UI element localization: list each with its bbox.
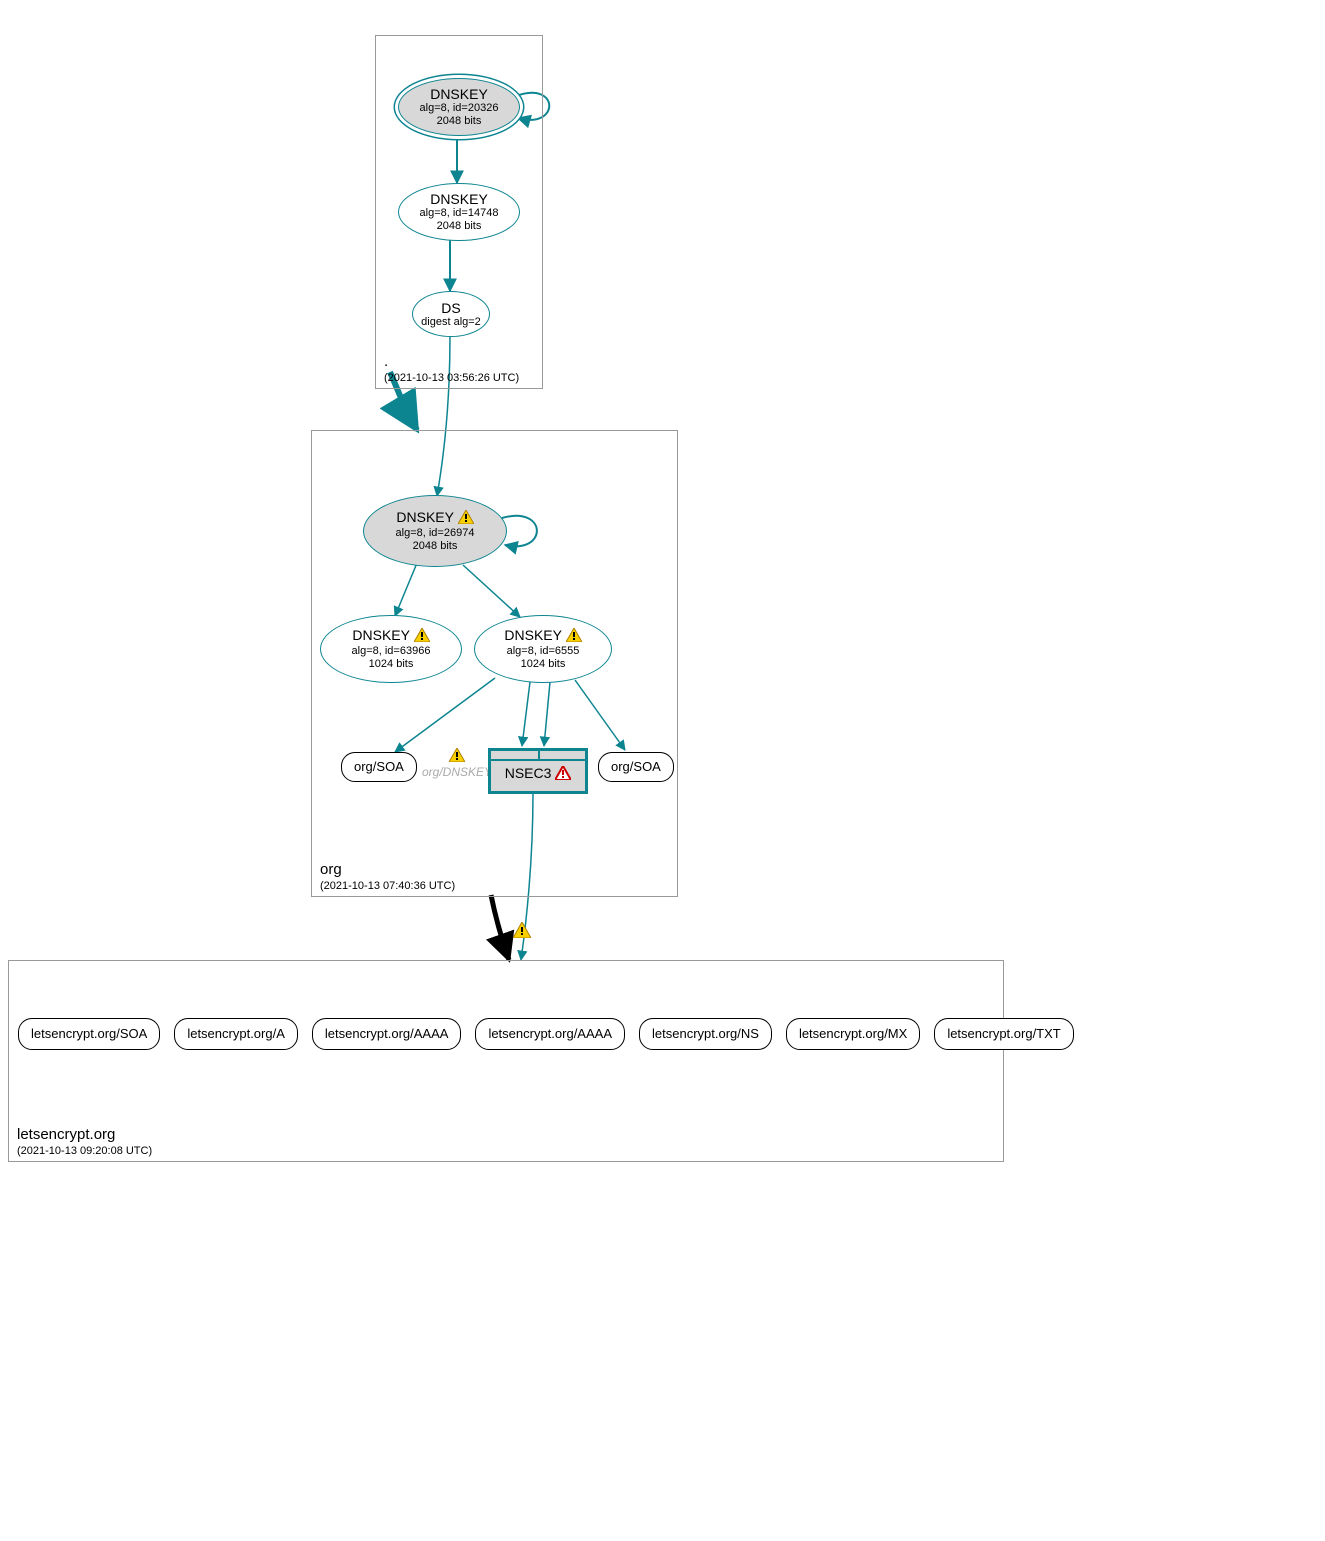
node-sub1: alg=8, id=20326 [420, 102, 499, 115]
warning-icon [449, 748, 465, 766]
node-title: DNSKEY [396, 509, 473, 527]
record-label: letsencrypt.org/NS [652, 1027, 759, 1042]
node-title: DS [441, 300, 460, 316]
zone-org-name: org [320, 861, 342, 878]
node-sub1: alg=8, id=63966 [352, 645, 431, 658]
node-label: org/SOA [354, 760, 404, 775]
record-label: letsencrypt.org/AAAA [488, 1027, 612, 1042]
node-title: DNSKEY [430, 86, 488, 102]
node-org-dnskey-ghost: org/DNSKEY [418, 748, 496, 780]
node-root-zsk: DNSKEY alg=8, id=14748 2048 bits [398, 183, 520, 241]
zone-le-name: letsencrypt.org [17, 1126, 115, 1143]
warning-icon [566, 628, 582, 645]
zone-org-timestamp: (2021-10-13 07:40:36 UTC) [320, 880, 455, 892]
node-root-ksk: DNSKEY alg=8, id=20326 2048 bits [398, 78, 520, 136]
node-label: org/DNSKEY [422, 766, 492, 780]
node-sub1: alg=8, id=6555 [507, 645, 580, 658]
record-label: letsencrypt.org/TXT [947, 1027, 1060, 1042]
node-sub2: 1024 bits [521, 658, 566, 671]
node-sub2: 2048 bits [437, 115, 482, 128]
node-label: NSEC3 [505, 765, 552, 781]
leaf-record: letsencrypt.org/A [174, 1018, 298, 1050]
leaf-record: letsencrypt.org/TXT [934, 1018, 1073, 1050]
node-org-soa-1: org/SOA [341, 752, 417, 782]
node-sub2: 2048 bits [437, 220, 482, 233]
node-sub1: digest alg=2 [421, 316, 481, 329]
record-label: letsencrypt.org/A [187, 1027, 285, 1042]
node-label: org/SOA [611, 760, 661, 775]
node-nsec3: NSEC3 [488, 748, 588, 794]
leaf-record: letsencrypt.org/SOA [18, 1018, 160, 1050]
warning-icon [513, 922, 531, 941]
record-label: letsencrypt.org/MX [799, 1027, 907, 1042]
zone-root-name: . [384, 353, 388, 370]
warning-icon [414, 628, 430, 645]
node-sub1: alg=8, id=14748 [420, 207, 499, 220]
node-sub2: 1024 bits [369, 658, 414, 671]
node-sub2: 2048 bits [413, 540, 458, 553]
node-title: DNSKEY [504, 627, 581, 645]
node-org-zsk1: DNSKEY alg=8, id=63966 1024 bits [320, 615, 462, 683]
zone-letsencrypt: letsencrypt.org (2021-10-13 09:20:08 UTC… [8, 960, 1004, 1162]
node-org-zsk2: DNSKEY alg=8, id=6555 1024 bits [474, 615, 612, 683]
leaf-record: letsencrypt.org/MX [786, 1018, 920, 1050]
node-title: DNSKEY [430, 191, 488, 207]
node-title: DNSKEY [352, 627, 429, 645]
zone-root-timestamp: (2021-10-13 03:56:26 UTC) [384, 372, 519, 384]
node-org-soa-2: org/SOA [598, 752, 674, 782]
zone-le-timestamp: (2021-10-13 09:20:08 UTC) [17, 1145, 152, 1157]
record-label: letsencrypt.org/AAAA [325, 1027, 449, 1042]
leaf-records-row: letsencrypt.org/SOA letsencrypt.org/A le… [18, 1018, 995, 1050]
node-org-ksk: DNSKEY alg=8, id=26974 2048 bits [363, 495, 507, 567]
leaf-record: letsencrypt.org/NS [639, 1018, 772, 1050]
leaf-record: letsencrypt.org/AAAA [475, 1018, 625, 1050]
node-sub1: alg=8, id=26974 [396, 527, 475, 540]
node-root-ds: DS digest alg=2 [412, 291, 490, 337]
dnssec-graph: . (2021-10-13 03:56:26 UTC) org (2021-10… [0, 0, 1325, 1541]
error-icon [555, 766, 571, 783]
record-label: letsencrypt.org/SOA [31, 1027, 147, 1042]
leaf-record: letsencrypt.org/AAAA [312, 1018, 462, 1050]
warning-icon [458, 510, 474, 527]
